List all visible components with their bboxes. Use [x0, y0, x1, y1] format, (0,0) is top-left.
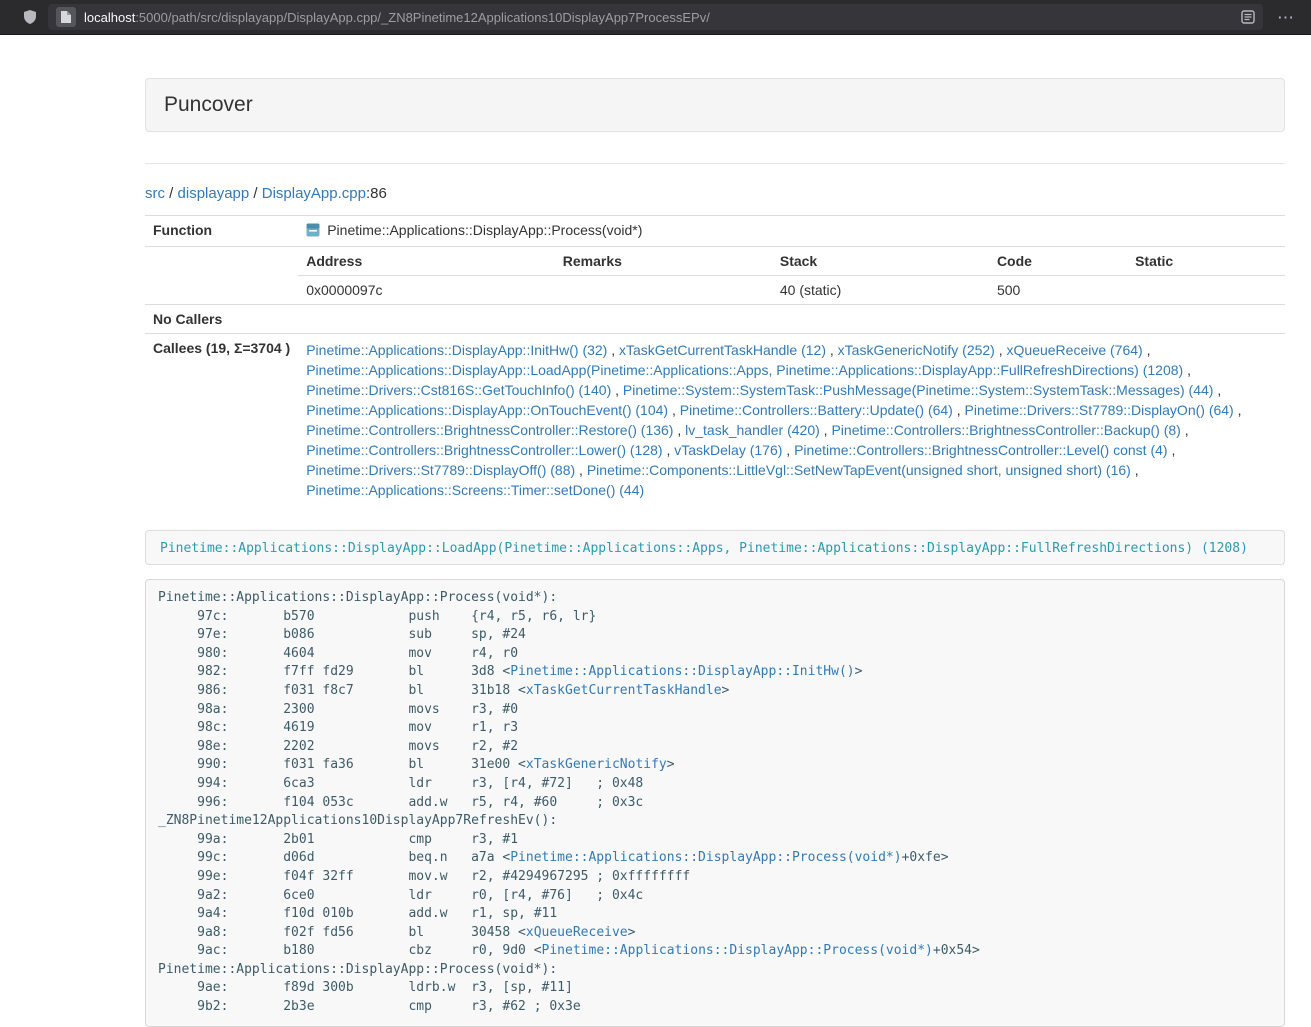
disassembly-symbol-link[interactable]: Pinetime::Applications::DisplayApp::Proc…	[542, 943, 933, 958]
disassembly-symbol-link[interactable]: xTaskGenericNotify	[526, 757, 667, 772]
callee-separator: ,	[607, 342, 619, 358]
stats-values-row: 0x0000097c 40 (static) 500	[298, 276, 1285, 305]
stack-value: 40 (static)	[772, 276, 989, 305]
callee-separator: ,	[826, 342, 838, 358]
column-stack: Stack	[772, 247, 989, 276]
callee-separator: ,	[663, 442, 675, 458]
callee-link[interactable]: Pinetime::Applications::Screens::Timer::…	[306, 482, 644, 498]
callee-separator: ,	[1143, 342, 1151, 358]
callee-separator: ,	[611, 382, 623, 398]
callee-signature-box: Pinetime::Applications::DisplayApp::Load…	[145, 530, 1285, 565]
code-value: 500	[989, 276, 1127, 305]
callee-separator: ,	[820, 422, 832, 438]
no-callers-label: No Callers	[145, 305, 298, 334]
divider	[145, 163, 1285, 164]
callees-row: Callees (19, Σ=3704 ) Pinetime::Applicat…	[145, 334, 1285, 507]
callee-link[interactable]: vTaskDelay (176)	[674, 442, 782, 458]
callee-link[interactable]: Pinetime::Applications::DisplayApp::Init…	[306, 342, 607, 358]
column-remarks: Remarks	[555, 247, 772, 276]
callee-link[interactable]: xTaskGenericNotify (252)	[838, 342, 995, 358]
callees-list: Pinetime::Applications::DisplayApp::Init…	[306, 340, 1277, 500]
breadcrumb-separator: /	[165, 185, 178, 202]
address-value: 0x0000097c	[298, 276, 555, 305]
callee-link[interactable]: Pinetime::System::SystemTask::PushMessag…	[623, 382, 1214, 398]
breadcrumb: src / displayapp / DisplayApp.cpp:86	[145, 185, 1285, 202]
callee-link[interactable]: Pinetime::Components::LittleVgl::SetNewT…	[587, 462, 1131, 478]
column-address: Address	[298, 247, 555, 276]
callee-separator: ,	[1234, 402, 1242, 418]
stats-table: Address Remarks Stack Code Static 0x0000…	[298, 247, 1285, 304]
reader-view-icon[interactable]	[1241, 10, 1255, 24]
url-path: :5000/path/src/displayapp/DisplayApp.cpp…	[135, 10, 710, 25]
shield-icon[interactable]	[22, 9, 38, 25]
static-value	[1127, 276, 1285, 305]
callee-separator: ,	[1181, 422, 1189, 438]
main-content: Puncover src / displayapp / DisplayApp.c…	[145, 78, 1285, 1027]
callee-separator: ,	[1213, 382, 1221, 398]
callee-separator: ,	[673, 422, 685, 438]
page-title: Puncover	[164, 93, 1266, 117]
browser-toolbar: localhost:5000/path/src/displayapp/Displ…	[0, 0, 1311, 35]
function-row: Function Pinetime::Applications::Display…	[145, 216, 1285, 247]
function-table: Function Pinetime::Applications::Display…	[145, 215, 1285, 506]
callee-link[interactable]: Pinetime::Drivers::St7789::DisplayOff() …	[306, 462, 575, 478]
breadcrumb-line-number: :86	[366, 185, 387, 202]
column-code: Code	[989, 247, 1127, 276]
remarks-value	[555, 276, 772, 305]
callee-separator: ,	[575, 462, 587, 478]
disassembly-symbol-link[interactable]: xTaskGetCurrentTaskHandle	[526, 683, 722, 698]
callee-link[interactable]: Pinetime::Controllers::Battery::Update()…	[680, 402, 953, 418]
breadcrumb-link[interactable]: src	[145, 185, 165, 202]
callee-separator: ,	[995, 342, 1007, 358]
callee-separator: ,	[953, 402, 965, 418]
url-text: localhost:5000/path/src/displayapp/Displ…	[84, 10, 1233, 25]
function-label: Function	[145, 216, 298, 247]
callee-link[interactable]: xTaskGetCurrentTaskHandle (12)	[619, 342, 826, 358]
callee-link[interactable]: Pinetime::Applications::DisplayApp::Load…	[306, 362, 1183, 378]
column-static: Static	[1127, 247, 1285, 276]
app-title-panel: Puncover	[145, 78, 1285, 132]
callee-link[interactable]: Pinetime::Applications::DisplayApp::OnTo…	[306, 402, 668, 418]
callee-link[interactable]: xQueueReceive (764)	[1007, 342, 1143, 358]
callee-link[interactable]: Pinetime::Controllers::BrightnessControl…	[306, 422, 673, 438]
disassembly-symbol-link[interactable]: Pinetime::Applications::DisplayApp::Init…	[510, 664, 854, 679]
callee-signature: Pinetime::Applications::DisplayApp::Load…	[160, 541, 1248, 556]
callee-separator: ,	[1131, 462, 1139, 478]
breadcrumb-link[interactable]: displayapp	[178, 185, 250, 202]
disassembly-block: Pinetime::Applications::DisplayApp::Proc…	[145, 579, 1285, 1027]
callee-link[interactable]: Pinetime::Drivers::St7789::DisplayOn() (…	[965, 402, 1234, 418]
function-name: Pinetime::Applications::DisplayApp::Proc…	[327, 222, 642, 238]
disassembly-symbol-link[interactable]: xQueueReceive	[526, 925, 628, 940]
no-callers-row: No Callers	[145, 305, 1285, 334]
page-icon[interactable]	[56, 7, 76, 27]
callee-separator: ,	[782, 442, 794, 458]
callee-link[interactable]: lv_task_handler (420)	[685, 422, 820, 438]
callee-link[interactable]: Pinetime::Controllers::BrightnessControl…	[831, 422, 1180, 438]
callee-link[interactable]: Pinetime::Controllers::BrightnessControl…	[306, 442, 662, 458]
url-host: localhost	[84, 10, 135, 25]
disassembly-symbol-link[interactable]: Pinetime::Applications::DisplayApp::Proc…	[510, 850, 901, 865]
page-actions-menu-icon[interactable]: ⋯	[1273, 9, 1299, 26]
callee-link[interactable]: Pinetime::Drivers::Cst816S::GetTouchInfo…	[306, 382, 611, 398]
url-bar[interactable]: localhost:5000/path/src/displayapp/Displ…	[48, 4, 1263, 30]
callee-separator: ,	[668, 402, 680, 418]
function-type-icon	[306, 223, 320, 237]
callee-separator: ,	[1168, 442, 1176, 458]
stats-row: Address Remarks Stack Code Static 0x0000…	[145, 247, 1285, 305]
callees-label: Callees (19, Σ=3704 )	[145, 334, 298, 507]
breadcrumb-link[interactable]: DisplayApp.cpp	[262, 185, 366, 202]
callee-separator: ,	[1183, 362, 1191, 378]
callee-link[interactable]: Pinetime::Controllers::BrightnessControl…	[794, 442, 1167, 458]
breadcrumb-separator: /	[249, 185, 262, 202]
